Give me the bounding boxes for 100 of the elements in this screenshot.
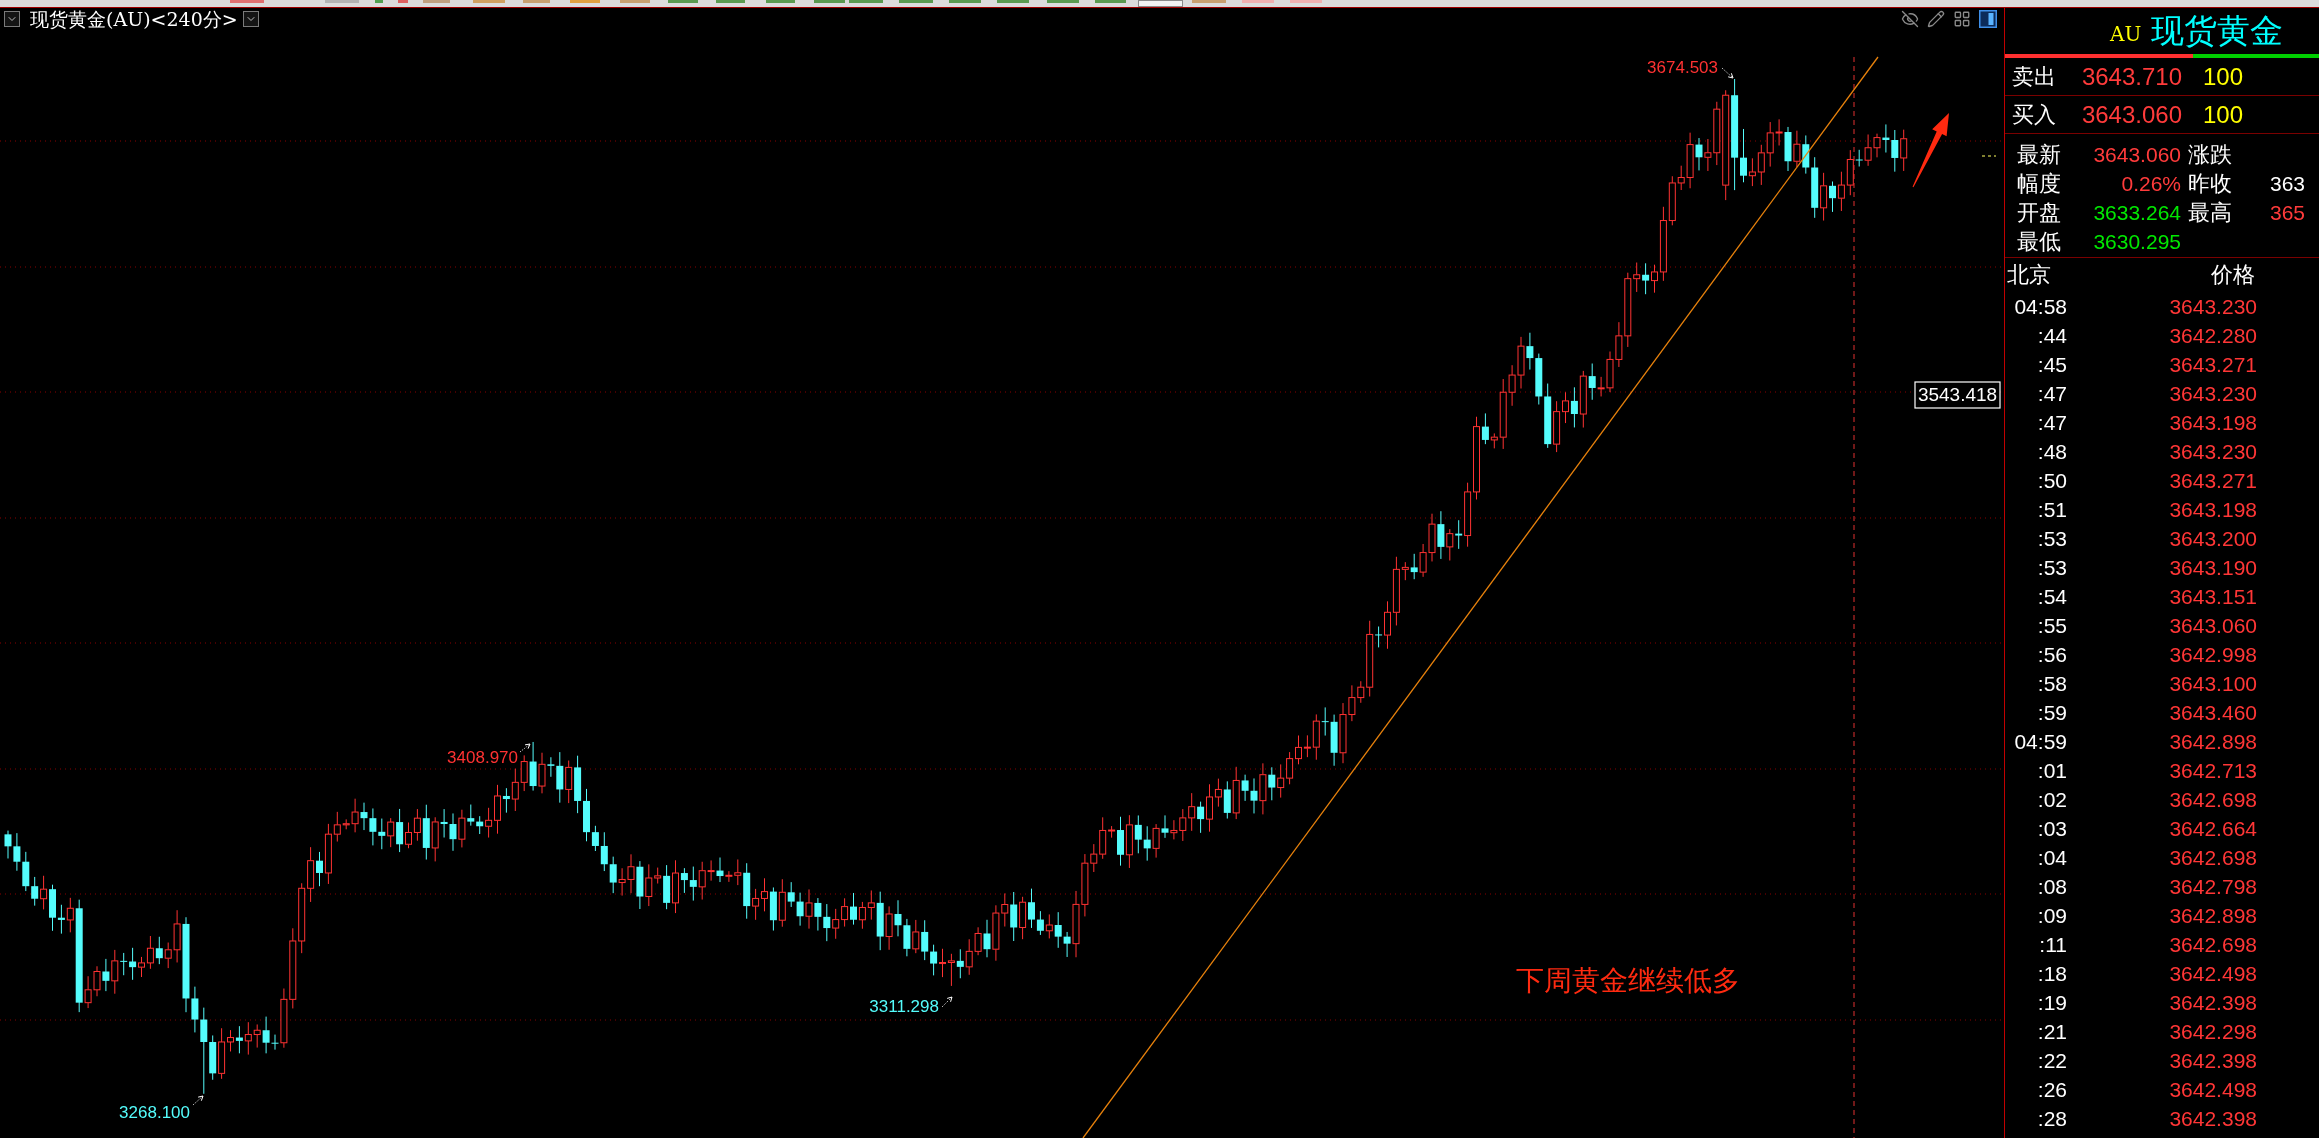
order-volume: 100 — [2203, 100, 2244, 129]
tick-time: :04 — [2036, 845, 2067, 870]
tick-time: :53 — [2036, 526, 2067, 551]
tick-time: 04:58 — [2013, 294, 2067, 319]
tick-price: 3643.198 — [2168, 410, 2257, 435]
tick-price: 3642.498 — [2168, 1077, 2257, 1102]
price-tag: 3543.418 — [1914, 381, 2001, 409]
dropdown-button[interactable] — [242, 11, 259, 27]
tick-price: 3642.998 — [2168, 642, 2257, 667]
tick-time: :18 — [2036, 961, 2067, 986]
tick-time: :09 — [2036, 903, 2067, 928]
tick-price: 3643.200 — [2168, 526, 2257, 551]
stat-value: 363 — [2270, 170, 2306, 197]
symbol-code: AU — [2110, 22, 2142, 46]
tick-time: :26 — [2036, 1077, 2067, 1102]
stat-value: 3643.060 — [2092, 141, 2181, 168]
symbol-name: 现货黄金 — [2151, 12, 2284, 50]
trend-line[interactable] — [1082, 56, 1879, 1138]
order-price: 3643.060 — [2080, 100, 2182, 129]
panel-layout-icon[interactable] — [1979, 10, 1997, 28]
toolbar-icon[interactable] — [1138, 0, 1183, 7]
pointer-arrow — [1721, 67, 1734, 79]
tick-price: 3642.398 — [2168, 1048, 2257, 1073]
high-price-label: 3408.970 — [447, 748, 518, 767]
stat-value: 3630.295 — [2092, 228, 2181, 255]
tick-time: :08 — [2036, 874, 2067, 899]
pointer-arrow — [941, 996, 953, 1008]
tick-price: 3642.698 — [2168, 932, 2257, 957]
tick-time: :11 — [2038, 932, 2067, 957]
annotation-text: 下周黄金继续低多 — [1516, 964, 1740, 997]
stat-value: 0.26% — [2120, 170, 2181, 197]
tick-price: 3642.498 — [2168, 961, 2257, 986]
tick-price: 3643.198 — [2168, 497, 2257, 522]
column-header: 北京 — [2007, 262, 2052, 288]
tick-time: :01 — [2036, 758, 2067, 783]
tick-time: :54 — [2036, 584, 2067, 609]
tick-time: :02 — [2036, 787, 2067, 812]
tick-time: :55 — [2036, 613, 2067, 638]
tick-time: :48 — [2036, 439, 2067, 464]
stat-label: 最新 — [2017, 141, 2062, 168]
tick-price: 3642.713 — [2168, 758, 2257, 783]
stat-label: 最低 — [2017, 228, 2062, 255]
tick-time: :47 — [2036, 410, 2067, 435]
order-price: 3643.710 — [2080, 62, 2182, 91]
tick-price: 3642.398 — [2168, 1106, 2257, 1131]
stat-label: 最高 — [2188, 199, 2233, 226]
tick-time: 04:59 — [2013, 729, 2067, 754]
pointer-arrow — [519, 743, 531, 753]
tick-time: :22 — [2036, 1048, 2067, 1073]
tick-time: :44 — [2036, 323, 2067, 348]
chart-title: 现货黄金(AU)<240分> — [30, 8, 238, 30]
tick-time: :58 — [2036, 671, 2067, 696]
tick-time: :59 — [2036, 700, 2067, 725]
eye-slash-icon[interactable] — [1901, 10, 1919, 28]
high-price-label: 3674.503 — [1647, 58, 1718, 77]
stat-value: 3633.264 — [2092, 199, 2181, 226]
tick-price: 3643.190 — [2168, 555, 2257, 580]
tick-price: 3643.230 — [2168, 381, 2257, 406]
tick-time: :28 — [2036, 1106, 2067, 1131]
stat-value: 365 — [2270, 199, 2306, 226]
price-level-marker — [1981, 155, 1997, 157]
pointer-arrow — [192, 1095, 204, 1106]
tick-price: 3643.230 — [2168, 294, 2257, 319]
tick-time: :21 — [2036, 1019, 2067, 1044]
tick-price: 3643.151 — [2168, 584, 2257, 609]
tick-price: 3643.460 — [2168, 700, 2257, 725]
tick-time: :56 — [2036, 642, 2067, 667]
tick-price: 3643.230 — [2168, 439, 2257, 464]
dropdown-button[interactable] — [4, 11, 20, 27]
pencil-icon[interactable] — [1927, 10, 1945, 28]
tick-price: 3642.698 — [2168, 787, 2257, 812]
tick-time: :50 — [2036, 468, 2067, 493]
tick-time: :51 — [2036, 497, 2067, 522]
low-price-label: 3311.298 — [869, 997, 939, 1016]
tick-time: :45 — [2036, 352, 2067, 377]
stat-label: 开盘 — [2017, 199, 2062, 226]
low-price-label: 3268.100 — [119, 1103, 190, 1122]
tick-price: 3643.271 — [2168, 468, 2257, 493]
tick-price: 3643.060 — [2168, 613, 2257, 638]
tick-price: 3642.898 — [2168, 729, 2257, 754]
tick-price: 3642.280 — [2168, 323, 2257, 348]
stat-label: 昨收 — [2188, 170, 2233, 197]
tick-time: :47 — [2036, 381, 2067, 406]
tick-price: 3642.698 — [2168, 845, 2257, 870]
tick-price: 3642.798 — [2168, 874, 2257, 899]
tick-time: :53 — [2036, 555, 2067, 580]
tick-price: 3642.398 — [2168, 990, 2257, 1015]
tick-price: 3643.100 — [2168, 671, 2257, 696]
tick-price: 3643.271 — [2168, 352, 2257, 377]
order-label: 卖出 — [2012, 63, 2057, 90]
grid-icon[interactable] — [1953, 10, 1971, 28]
tick-time: :03 — [2036, 816, 2067, 841]
stat-label: 幅度 — [2017, 170, 2062, 197]
order-volume: 100 — [2203, 62, 2244, 91]
tick-price: 3642.898 — [2168, 903, 2257, 928]
order-label: 买入 — [2012, 101, 2057, 128]
stat-label: 涨跌 — [2188, 141, 2233, 168]
tick-price: 3642.664 — [2168, 816, 2257, 841]
column-header: 价格 — [2211, 262, 2255, 288]
tick-price: 3642.298 — [2168, 1019, 2257, 1044]
